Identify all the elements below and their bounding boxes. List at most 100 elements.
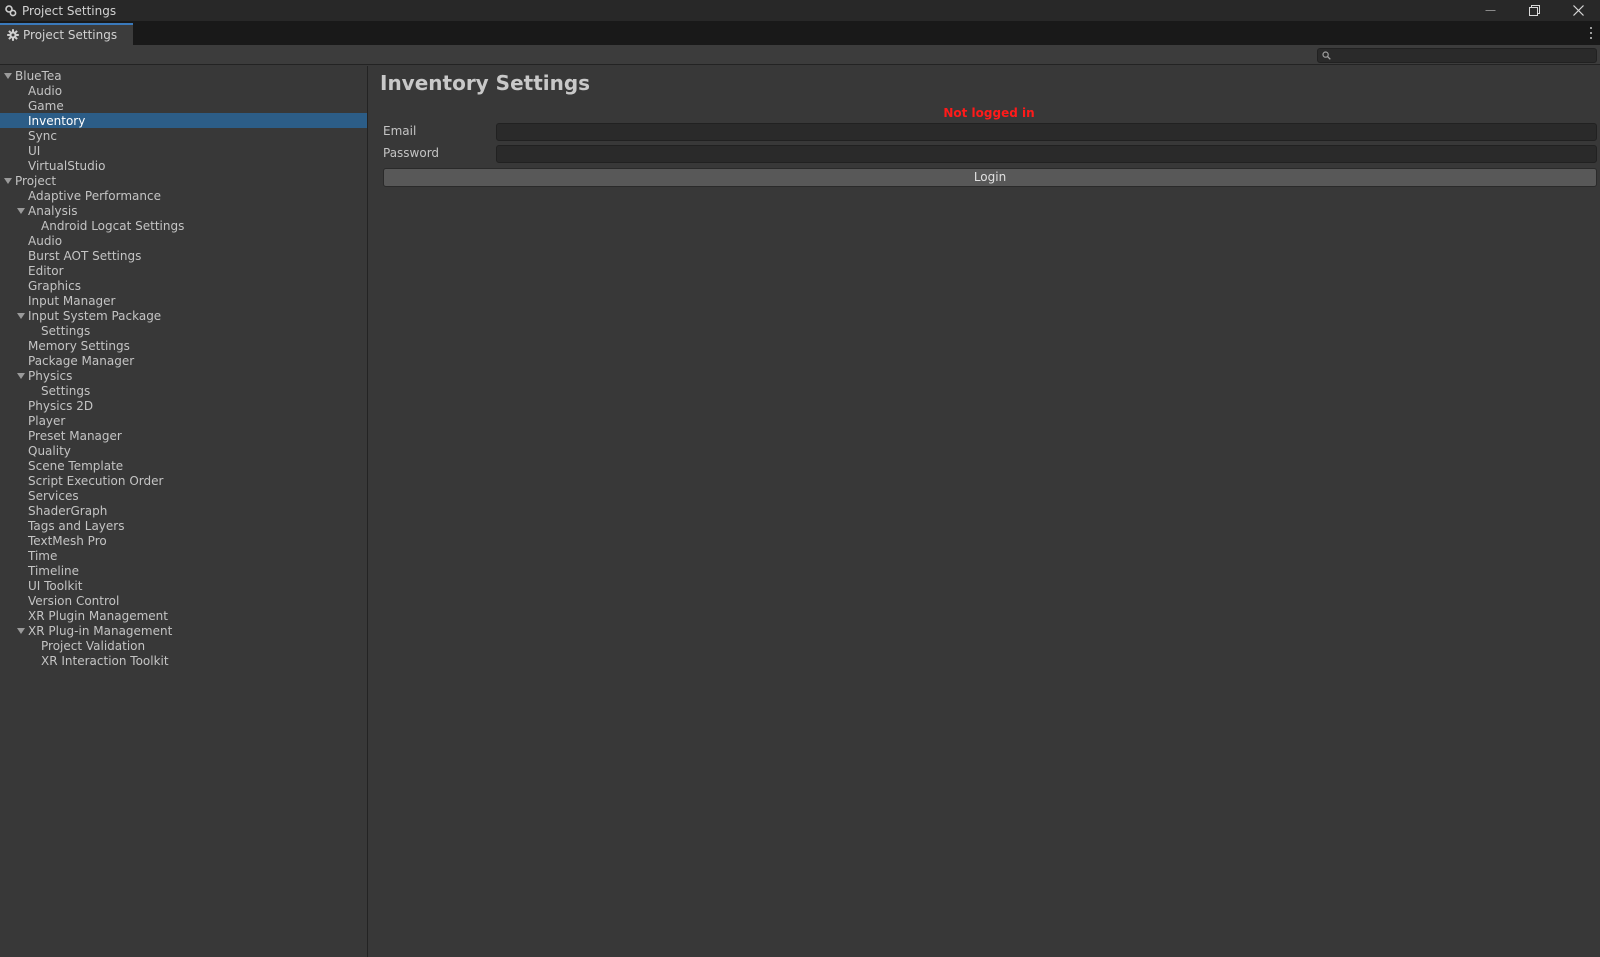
sidebar-item[interactable]: BlueTea bbox=[0, 68, 367, 83]
sidebar-item[interactable]: Editor bbox=[0, 263, 367, 278]
restore-button[interactable] bbox=[1512, 0, 1556, 21]
sidebar-item-label: Project Validation bbox=[41, 638, 146, 653]
sidebar-item[interactable]: ShaderGraph bbox=[0, 503, 367, 518]
sidebar-item-label: Time bbox=[28, 548, 58, 563]
sidebar-item[interactable]: Inventory bbox=[0, 113, 367, 128]
page-title: Inventory Settings bbox=[380, 71, 591, 95]
search-field[interactable] bbox=[1317, 48, 1597, 63]
sidebar-item-label: Timeline bbox=[28, 563, 80, 578]
password-label: Password bbox=[383, 146, 440, 160]
sidebar-item[interactable]: Version Control bbox=[0, 593, 367, 608]
sidebar-item[interactable]: Audio bbox=[0, 233, 367, 248]
sidebar-item-label: Physics bbox=[28, 368, 73, 383]
sidebar-item[interactable]: Memory Settings bbox=[0, 338, 367, 353]
window-controls bbox=[1468, 0, 1600, 21]
sidebar-item[interactable]: Services bbox=[0, 488, 367, 503]
sidebar-item-label: Graphics bbox=[28, 278, 81, 293]
sidebar-item[interactable]: Physics bbox=[0, 368, 367, 383]
sidebar-item[interactable]: Audio bbox=[0, 83, 367, 98]
sidebar-item-label: Input System Package bbox=[28, 308, 162, 323]
sidebar-item-label: Analysis bbox=[28, 203, 78, 218]
sidebar-item[interactable]: Project bbox=[0, 173, 367, 188]
sidebar-item-label: Script Execution Order bbox=[28, 473, 164, 488]
sidebar-item[interactable]: Burst AOT Settings bbox=[0, 248, 367, 263]
title-bar: Project Settings bbox=[0, 0, 1600, 21]
sidebar-item[interactable]: Settings bbox=[0, 323, 367, 338]
sidebar-item[interactable]: XR Plugin Management bbox=[0, 608, 367, 623]
password-field[interactable] bbox=[496, 145, 1597, 163]
sidebar-item-label: TextMesh Pro bbox=[28, 533, 107, 548]
sidebar-item-label: ShaderGraph bbox=[28, 503, 108, 518]
sidebar-item-label: XR Plugin Management bbox=[28, 608, 168, 623]
email-label: Email bbox=[383, 124, 417, 138]
sidebar-item-label: Version Control bbox=[28, 593, 120, 608]
gear-icon bbox=[7, 29, 19, 41]
sidebar-item-label: Preset Manager bbox=[28, 428, 122, 443]
sidebar-item[interactable]: Settings bbox=[0, 383, 367, 398]
close-button[interactable] bbox=[1556, 0, 1600, 21]
sidebar-item-label: XR Interaction Toolkit bbox=[41, 653, 169, 668]
expand-arrow-icon[interactable] bbox=[16, 311, 25, 320]
sidebar-item[interactable]: Project Validation bbox=[0, 638, 367, 653]
sidebar-item[interactable]: Timeline bbox=[0, 563, 367, 578]
tab-strip: Project Settings bbox=[0, 21, 1600, 45]
sidebar-item-label: Quality bbox=[28, 443, 71, 458]
expand-arrow-icon[interactable] bbox=[3, 71, 12, 80]
settings-tree: BlueTea Audio Game Inventory Sync UI VirtualSt… bbox=[0, 66, 368, 957]
sidebar-item-label: Settings bbox=[41, 383, 91, 398]
sidebar-item-label: Physics 2D bbox=[28, 398, 94, 413]
sidebar-item-label: Game bbox=[28, 98, 64, 113]
sidebar-item[interactable]: Time bbox=[0, 548, 367, 563]
sidebar-item[interactable]: VirtualStudio bbox=[0, 158, 367, 173]
search-icon bbox=[1322, 51, 1332, 61]
sidebar-item[interactable]: Preset Manager bbox=[0, 428, 367, 443]
sidebar-item[interactable]: Game bbox=[0, 98, 367, 113]
sidebar-item[interactable]: UI bbox=[0, 143, 367, 158]
sidebar-item-label: Audio bbox=[28, 233, 63, 248]
sidebar-item[interactable]: Adaptive Performance bbox=[0, 188, 367, 203]
sidebar-item-label: XR Plug-in Management bbox=[28, 623, 173, 638]
sidebar-item[interactable]: XR Interaction Toolkit bbox=[0, 653, 367, 668]
sidebar-item[interactable]: Tags and Layers bbox=[0, 518, 367, 533]
unity-logo-icon bbox=[3, 4, 17, 18]
sidebar-item-label: Player bbox=[28, 413, 66, 428]
sidebar-item-label: UI Toolkit bbox=[28, 578, 83, 593]
sidebar-item-label: Adaptive Performance bbox=[28, 188, 161, 203]
sidebar-item[interactable]: Sync bbox=[0, 128, 367, 143]
sidebar-item-label: Package Manager bbox=[28, 353, 135, 368]
sidebar-item[interactable]: Input System Package bbox=[0, 308, 367, 323]
sidebar-item-label: Inventory bbox=[28, 113, 86, 128]
login-status: Not logged in bbox=[943, 106, 1035, 120]
sidebar-item[interactable]: Quality bbox=[0, 443, 367, 458]
login-button[interactable]: Login bbox=[383, 168, 1597, 187]
sidebar-item[interactable]: Android Logcat Settings bbox=[0, 218, 367, 233]
sidebar-item[interactable]: Physics 2D bbox=[0, 398, 367, 413]
search-input[interactable] bbox=[1336, 49, 1586, 62]
expand-arrow-icon[interactable] bbox=[16, 206, 25, 215]
sidebar-item-label: Sync bbox=[28, 128, 57, 143]
sidebar-item[interactable]: Scene Template bbox=[0, 458, 367, 473]
sidebar-item-label: Android Logcat Settings bbox=[41, 218, 185, 233]
sidebar-item[interactable]: Script Execution Order bbox=[0, 473, 367, 488]
expand-arrow-icon[interactable] bbox=[16, 626, 25, 635]
expand-arrow-icon[interactable] bbox=[3, 176, 12, 185]
sidebar-item[interactable]: TextMesh Pro bbox=[0, 533, 367, 548]
minimize-button[interactable] bbox=[1468, 0, 1512, 21]
sidebar-item[interactable]: Analysis bbox=[0, 203, 367, 218]
window-title: Project Settings bbox=[22, 3, 117, 18]
sidebar-item[interactable]: XR Plug-in Management bbox=[0, 623, 367, 638]
email-field[interactable] bbox=[496, 123, 1597, 141]
sidebar-item-label: Editor bbox=[28, 263, 64, 278]
more-options-icon[interactable] bbox=[1588, 26, 1594, 40]
sidebar-item[interactable]: Graphics bbox=[0, 278, 367, 293]
tab-project-settings[interactable]: Project Settings bbox=[0, 23, 133, 45]
sidebar-item[interactable]: UI Toolkit bbox=[0, 578, 367, 593]
settings-panel: Inventory Settings Not logged in Email P… bbox=[369, 66, 1600, 957]
sidebar-item[interactable]: Player bbox=[0, 413, 367, 428]
sidebar-item[interactable]: Input Manager bbox=[0, 293, 367, 308]
sidebar-item-label: Tags and Layers bbox=[28, 518, 125, 533]
expand-arrow-icon[interactable] bbox=[16, 371, 25, 380]
sidebar-item-label: UI bbox=[28, 143, 41, 158]
sidebar-item-label: Burst AOT Settings bbox=[28, 248, 142, 263]
sidebar-item[interactable]: Package Manager bbox=[0, 353, 367, 368]
